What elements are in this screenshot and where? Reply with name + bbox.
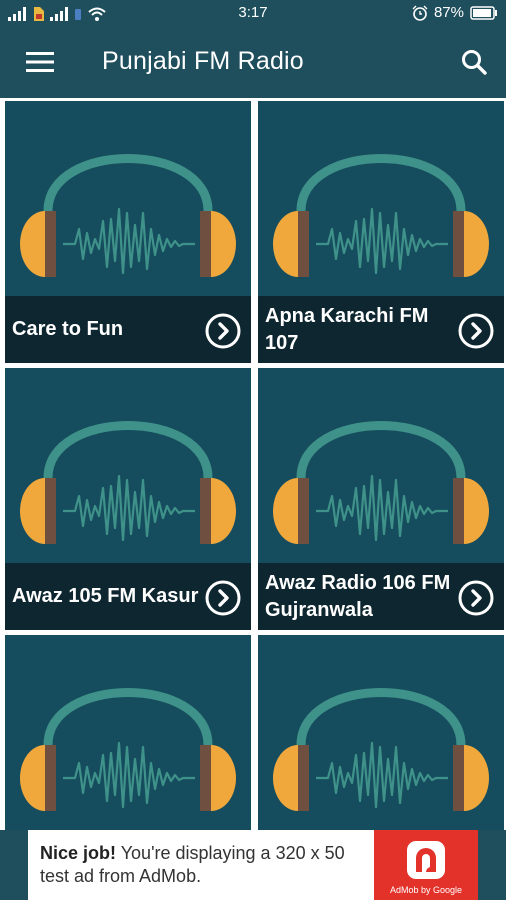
status-bar: 3:17 87% bbox=[0, 0, 506, 26]
station-caption: Care to Fun bbox=[5, 296, 251, 363]
ad-content[interactable]: Nice job! You're displaying a 320 x 50 t… bbox=[28, 830, 478, 900]
app-screen: 3:17 87% Punjabi FM Radio Care to Fun Ap… bbox=[0, 0, 506, 900]
station-caption: Awaz Radio 106 FM Gujranwala bbox=[258, 563, 504, 630]
headphones-icon bbox=[273, 688, 489, 811]
chevron-right-icon[interactable] bbox=[458, 580, 494, 616]
search-button[interactable] bbox=[456, 44, 492, 80]
station-grid: Care to Fun Apna Karachi FM 107 Awaz 105… bbox=[0, 98, 506, 897]
status-icons-right: 87% bbox=[412, 4, 498, 21]
ad-text: Nice job! You're displaying a 320 x 50 t… bbox=[40, 842, 370, 888]
station-card[interactable]: Awaz Radio 106 FM Gujranwala bbox=[258, 368, 504, 630]
station-caption: Apna Karachi FM 107 bbox=[258, 296, 504, 363]
station-card[interactable]: Apna Karachi FM 107 bbox=[258, 101, 504, 363]
headphones-icon bbox=[273, 154, 489, 277]
search-icon bbox=[462, 50, 487, 75]
admob-icon bbox=[407, 841, 445, 879]
station-name: Awaz Radio 106 FM Gujranwala bbox=[265, 571, 451, 621]
station-card[interactable]: Care to Fun bbox=[5, 101, 251, 363]
station-name: Apna Karachi FM 107 bbox=[265, 304, 429, 354]
chevron-right-icon[interactable] bbox=[205, 313, 241, 349]
station-name: Care to Fun bbox=[12, 318, 124, 340]
battery-percent: 87% bbox=[433, 4, 464, 21]
hamburger-icon bbox=[26, 52, 54, 72]
station-card[interactable]: Awaz 105 FM Kasur bbox=[5, 368, 251, 630]
headphones-icon bbox=[20, 688, 236, 811]
chevron-right-icon[interactable] bbox=[458, 313, 494, 349]
ad-banner[interactable]: Nice job! You're displaying a 320 x 50 t… bbox=[0, 830, 506, 900]
admob-logo[interactable]: AdMob by Google bbox=[374, 830, 478, 900]
app-title: Punjabi FM Radio bbox=[102, 47, 304, 75]
ad-logo-caption: AdMob by Google bbox=[389, 885, 463, 895]
station-caption: Awaz 105 FM Kasur bbox=[5, 563, 251, 630]
ad-headline: Nice job! bbox=[40, 843, 117, 863]
headphones-icon bbox=[20, 421, 236, 544]
battery-icon bbox=[470, 5, 497, 20]
station-name: Awaz 105 FM Kasur bbox=[12, 585, 199, 607]
app-bar: Punjabi FM Radio bbox=[0, 26, 506, 98]
headphones-icon bbox=[273, 421, 489, 544]
headphones-icon bbox=[20, 154, 236, 277]
menu-button[interactable] bbox=[20, 46, 60, 78]
chevron-right-icon[interactable] bbox=[205, 580, 241, 616]
alarm-icon bbox=[412, 5, 428, 21]
